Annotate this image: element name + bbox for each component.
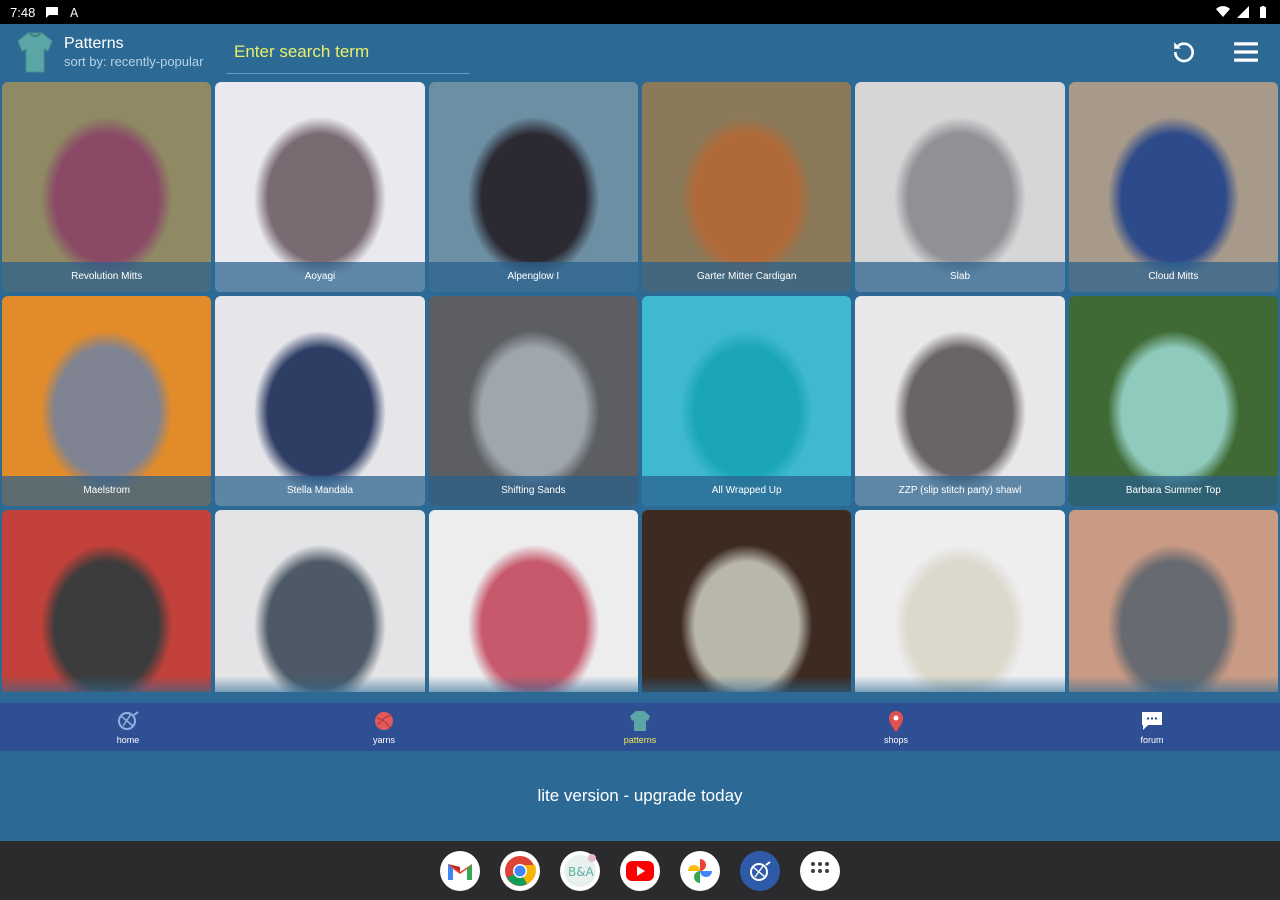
gmail-icon[interactable]: [440, 850, 480, 891]
pattern-photo: [1068, 296, 1278, 506]
svg-text:A: A: [70, 6, 79, 18]
pattern-photo: [428, 296, 638, 506]
svg-text:B&A: B&A: [568, 865, 595, 879]
pattern-photo: [1068, 82, 1278, 292]
pattern-tile[interactable]: [428, 510, 638, 692]
pattern-tile[interactable]: [641, 510, 852, 692]
refresh-button[interactable]: [1170, 38, 1198, 66]
pattern-photo: [215, 510, 425, 692]
nav-item-forum[interactable]: forum: [1024, 703, 1280, 751]
hamburger-menu-icon: [1234, 42, 1258, 62]
upgrade-link[interactable]: lite version - upgrade today: [537, 786, 742, 806]
pattern-name: Slab: [855, 262, 1065, 292]
pattern-tile[interactable]: Maelstrom: [2, 296, 212, 506]
sort-label[interactable]: sort by: recently-popular: [64, 54, 214, 70]
photos-icon[interactable]: [680, 850, 720, 891]
bottom-navigation: home yarns patterns shops forum: [0, 703, 1280, 751]
chrome-icon[interactable]: [500, 850, 540, 891]
pattern-name: Aoyagi: [215, 262, 425, 292]
app-drawer-icon[interactable]: [800, 850, 840, 891]
message-notification-icon: [46, 7, 59, 18]
nav-item-home[interactable]: home: [0, 703, 256, 751]
pattern-photo: [641, 296, 852, 506]
pattern-tile[interactable]: Cloud Mitts: [1068, 82, 1278, 292]
pattern-tile[interactable]: [1068, 510, 1278, 692]
nav-item-shops[interactable]: shops: [768, 703, 1024, 751]
map-pin-icon: [883, 709, 909, 733]
sweater-logo-icon: [12, 29, 58, 75]
pattern-tile[interactable]: Slab: [855, 82, 1065, 292]
pattern-photo: [2, 82, 212, 292]
pattern-tile[interactable]: Revolution Mitts: [2, 82, 212, 292]
nav-label: home: [116, 735, 140, 745]
pattern-name: Stella Mandala: [215, 476, 425, 506]
pattern-name: Revolution Mitts: [2, 262, 212, 292]
signal-icon: [1237, 6, 1249, 18]
nav-label: forum: [1140, 735, 1164, 745]
yarn-ball-icon: [371, 709, 397, 733]
pattern-tile[interactable]: [855, 510, 1065, 692]
nav-label: yarns: [372, 735, 395, 745]
blog-app-icon[interactable]: B&A: [560, 850, 600, 891]
pattern-name: Alpenglow I: [428, 262, 638, 292]
grid-fade: [0, 676, 1280, 702]
pattern-tile[interactable]: Garter Mitter Cardigan: [641, 82, 852, 292]
status-time: 7:48: [10, 4, 36, 20]
menu-button[interactable]: [1232, 38, 1260, 66]
a-notification-icon: A: [70, 6, 79, 18]
pattern-photo: [215, 296, 425, 506]
pattern-tile[interactable]: [215, 510, 425, 692]
page-title: Patterns: [64, 35, 124, 52]
pattern-photo: [2, 296, 212, 506]
search-input[interactable]: [226, 30, 470, 73]
pattern-tile[interactable]: ZZP (slip stitch party) shawl: [855, 296, 1065, 506]
nav-label: shops: [883, 735, 909, 745]
pattern-photo: [215, 82, 425, 292]
wifi-icon: [1216, 6, 1230, 18]
yarn-ball-logo-icon: [115, 709, 141, 733]
pattern-photo: [855, 510, 1065, 692]
pattern-name: ZZP (slip stitch party) shawl: [855, 476, 1065, 506]
pattern-name: Shifting Sands: [428, 476, 638, 506]
pattern-tile[interactable]: Barbara Summer Top: [1068, 296, 1278, 506]
system-dock: B&A: [0, 841, 1280, 900]
search-field: [226, 30, 470, 74]
battery-icon: [1260, 6, 1266, 18]
refresh-icon: [1174, 42, 1194, 63]
pattern-name: Garter Mitter Cardigan: [641, 262, 852, 292]
pattern-photo: [428, 510, 638, 692]
nav-item-patterns[interactable]: patterns: [512, 703, 768, 751]
pattern-grid: Revolution Mitts Aoyagi Alpenglow I Garter …: [0, 80, 1280, 692]
nav-label: patterns: [623, 735, 657, 745]
pattern-photo: [855, 82, 1065, 292]
pattern-tile[interactable]: Shifting Sands: [428, 296, 638, 506]
chat-bubble-icon: [1139, 709, 1165, 733]
pattern-tile[interactable]: [2, 510, 212, 692]
pattern-tile[interactable]: Aoyagi: [215, 82, 425, 292]
pattern-photo: [641, 510, 852, 692]
youtube-icon[interactable]: [620, 850, 660, 891]
pattern-name: Maelstrom: [2, 476, 212, 506]
pattern-photo: [641, 82, 852, 292]
pattern-tile[interactable]: All Wrapped Up: [641, 296, 852, 506]
pattern-tile[interactable]: Alpenglow I: [428, 82, 638, 292]
upgrade-banner: lite version - upgrade today: [0, 751, 1280, 841]
yarn-app-icon[interactable]: [740, 850, 780, 891]
app-bar: Patterns sort by: recently-popular: [0, 24, 1280, 80]
pattern-photo: [1068, 510, 1278, 692]
pattern-photo: [855, 296, 1065, 506]
pattern-name: All Wrapped Up: [641, 476, 852, 506]
pattern-photo: [2, 510, 212, 692]
pattern-name: Barbara Summer Top: [1068, 476, 1278, 506]
pattern-name: Cloud Mitts: [1068, 262, 1278, 292]
pattern-tile[interactable]: Stella Mandala: [215, 296, 425, 506]
status-bar: 7:48 A: [0, 0, 1280, 24]
nav-item-yarns[interactable]: yarns: [256, 703, 512, 751]
pattern-photo: [428, 82, 638, 292]
sweater-icon: [627, 709, 653, 733]
